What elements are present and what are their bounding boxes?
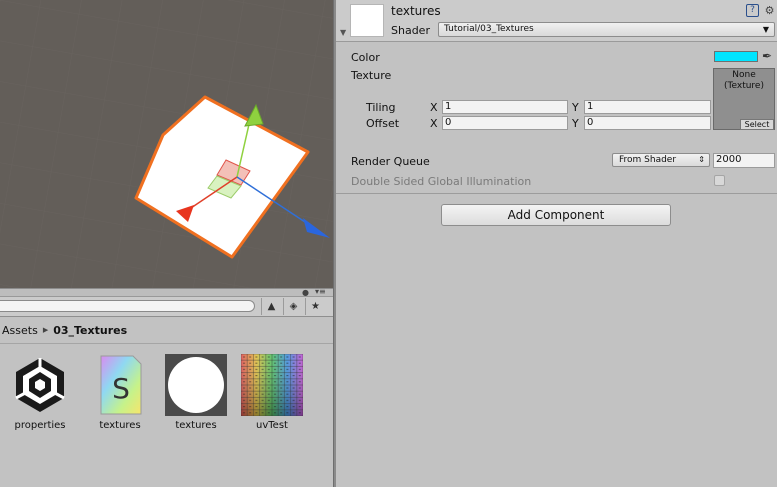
shader-dropdown[interactable]: Tutorial/03_Textures ▼ (438, 22, 775, 37)
texture-select-button[interactable]: Select (740, 119, 774, 130)
material-sphere-icon (165, 354, 227, 416)
texture-label: Texture (351, 69, 392, 82)
gear-icon[interactable]: ⚙ (763, 4, 776, 17)
project-panel: ● ▾≡ ▲ ◈ ★ Assets ▶ 03_Textures properti… (0, 287, 333, 487)
eyedropper-icon[interactable]: ✒ (762, 49, 776, 63)
dsgi-checkbox[interactable] (714, 175, 725, 186)
svg-text:S: S (112, 372, 130, 405)
offset-label: Offset (366, 117, 400, 130)
offset-y-label: Y (572, 117, 579, 130)
material-preview (350, 4, 384, 37)
color-label: Color (351, 51, 380, 64)
tiling-x-label: X (430, 101, 438, 114)
texture-slot-none: None (Texture) (714, 70, 774, 92)
shader-file-icon: S (89, 354, 151, 416)
add-component-button[interactable]: Add Component (441, 204, 671, 226)
project-panel-header: ● ▾≡ (0, 287, 333, 297)
uv-texture-icon (241, 354, 303, 416)
tiling-label: Tiling (366, 101, 396, 114)
asset-label: textures (175, 420, 217, 431)
shader-dropdown-value: Tutorial/03_Textures (444, 24, 534, 34)
color-swatch[interactable] (714, 51, 758, 62)
texture-slot-line2: (Texture) (724, 81, 764, 91)
favorites-star-icon[interactable]: ★ (305, 298, 325, 315)
search-input[interactable] (0, 300, 255, 312)
render-queue-field[interactable]: 2000 (713, 153, 775, 168)
breadcrumb-separator-icon: ▶ (42, 326, 49, 334)
asset-label: uvTest (256, 420, 288, 431)
inspector-panel: textures ? ⚙ ▼ Shader Tutorial/03_Textur… (336, 0, 777, 487)
offset-x-label: X (430, 117, 438, 130)
search-by-label-icon[interactable]: ◈ (283, 298, 303, 315)
breadcrumb-current-folder[interactable]: 03_Textures (53, 324, 127, 337)
offset-y-field[interactable]: 0 (584, 116, 711, 130)
search-by-type-icon[interactable]: ▲ (261, 298, 281, 315)
breadcrumb-assets[interactable]: Assets (2, 324, 38, 337)
shader-label: Shader (391, 24, 430, 37)
divider (336, 193, 777, 194)
render-queue-label: Render Queue (351, 155, 430, 168)
render-queue-mode: From Shader (619, 155, 677, 165)
asset-item-properties[interactable]: properties (5, 354, 75, 431)
asset-item-shader[interactable]: S textures (85, 354, 155, 431)
asset-label: properties (14, 420, 66, 431)
unity-logo-icon (9, 354, 71, 416)
offset-x-field[interactable]: 0 (442, 116, 568, 130)
tiling-y-field[interactable]: 1 (584, 100, 711, 114)
foldout-arrow-icon[interactable]: ▼ (340, 28, 346, 37)
asset-item-material[interactable]: textures (161, 354, 231, 431)
material-name: textures (391, 4, 441, 18)
chevron-down-icon: ▼ (762, 25, 769, 34)
asset-item-uvtest[interactable]: uvTest (237, 354, 307, 431)
tiling-x-field[interactable]: 1 (442, 100, 568, 114)
render-queue-dropdown[interactable]: From Shader ⇕ (612, 153, 710, 167)
breadcrumb: Assets ▶ 03_Textures (0, 317, 333, 344)
material-header: textures ? ⚙ ▼ Shader Tutorial/03_Textur… (336, 0, 777, 42)
asset-label: textures (99, 420, 141, 431)
up-down-arrows-icon: ⇕ (698, 155, 705, 164)
panel-menu-icon[interactable]: ▾≡ (315, 287, 326, 296)
help-book-icon[interactable]: ? (746, 4, 759, 17)
scene-canvas[interactable] (0, 0, 333, 288)
tiling-y-label: Y (572, 101, 579, 114)
dsgi-label: Double Sided Global Illumination (351, 175, 532, 188)
texture-slot-line1: None (732, 70, 756, 80)
lock-icon[interactable]: ● (302, 288, 309, 297)
scene-view[interactable] (0, 0, 333, 288)
texture-slot[interactable]: None (Texture) Select (713, 68, 775, 130)
